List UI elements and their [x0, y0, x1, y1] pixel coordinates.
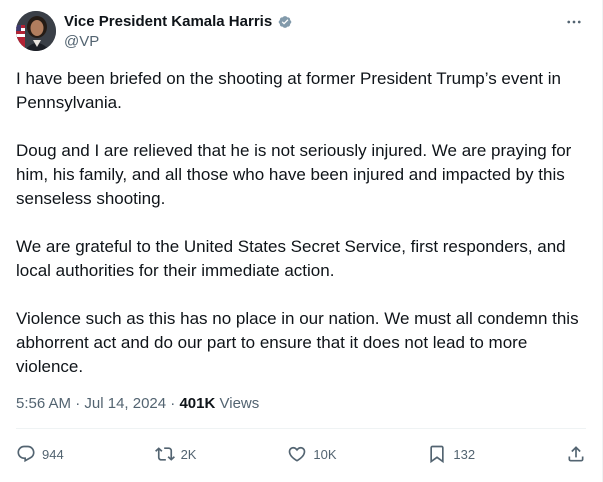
divider	[16, 428, 586, 429]
bookmark-button[interactable]: 132	[427, 444, 475, 464]
post-date[interactable]: Jul 14, 2024	[84, 395, 166, 412]
post-paragraph: We are grateful to the United States Sec…	[16, 237, 566, 280]
share-button[interactable]	[566, 444, 586, 464]
author-name[interactable]: Vice President Kamala Harris	[64, 12, 272, 32]
like-count: 10K	[313, 446, 337, 462]
bookmark-icon	[430, 445, 445, 464]
like-button[interactable]: 10K	[287, 444, 337, 464]
share-icon	[568, 446, 584, 462]
meta-separator: ·	[170, 395, 176, 412]
avatar[interactable]	[16, 11, 56, 51]
author-header: Vice President Kamala Harris	[64, 12, 294, 32]
bookmark-count: 132	[453, 446, 476, 462]
repost-button[interactable]: 2K	[154, 444, 197, 464]
views-label: Views	[219, 395, 260, 412]
action-bar: 944 2K 10K 132	[16, 440, 586, 468]
post-paragraph: Violence such as this has no place in ou…	[16, 309, 579, 376]
post-paragraph: Doug and I are relieved that he is not s…	[16, 141, 572, 208]
author-handle[interactable]: @VP	[64, 32, 99, 52]
post-paragraph: I have been briefed on the shooting at f…	[16, 69, 561, 112]
tweet-card: Vice President Kamala Harris @VP I have …	[0, 0, 603, 482]
post-body: I have been briefed on the shooting at f…	[16, 67, 586, 403]
reply-icon	[17, 445, 35, 463]
reply-button[interactable]: 944	[16, 444, 64, 464]
reply-count: 944	[42, 446, 64, 462]
meta-separator: ·	[75, 395, 81, 412]
like-icon	[289, 446, 306, 462]
post-time[interactable]: 5:56 AM	[16, 395, 71, 412]
repost-count: 2K	[180, 446, 197, 462]
views-count: 401K	[179, 395, 216, 412]
more-icon[interactable]	[562, 10, 586, 34]
verified-badge-icon	[276, 13, 294, 31]
post-meta: 5:56 AM · Jul 14, 2024 · 401K Views	[16, 394, 259, 414]
repost-icon	[154, 447, 175, 461]
